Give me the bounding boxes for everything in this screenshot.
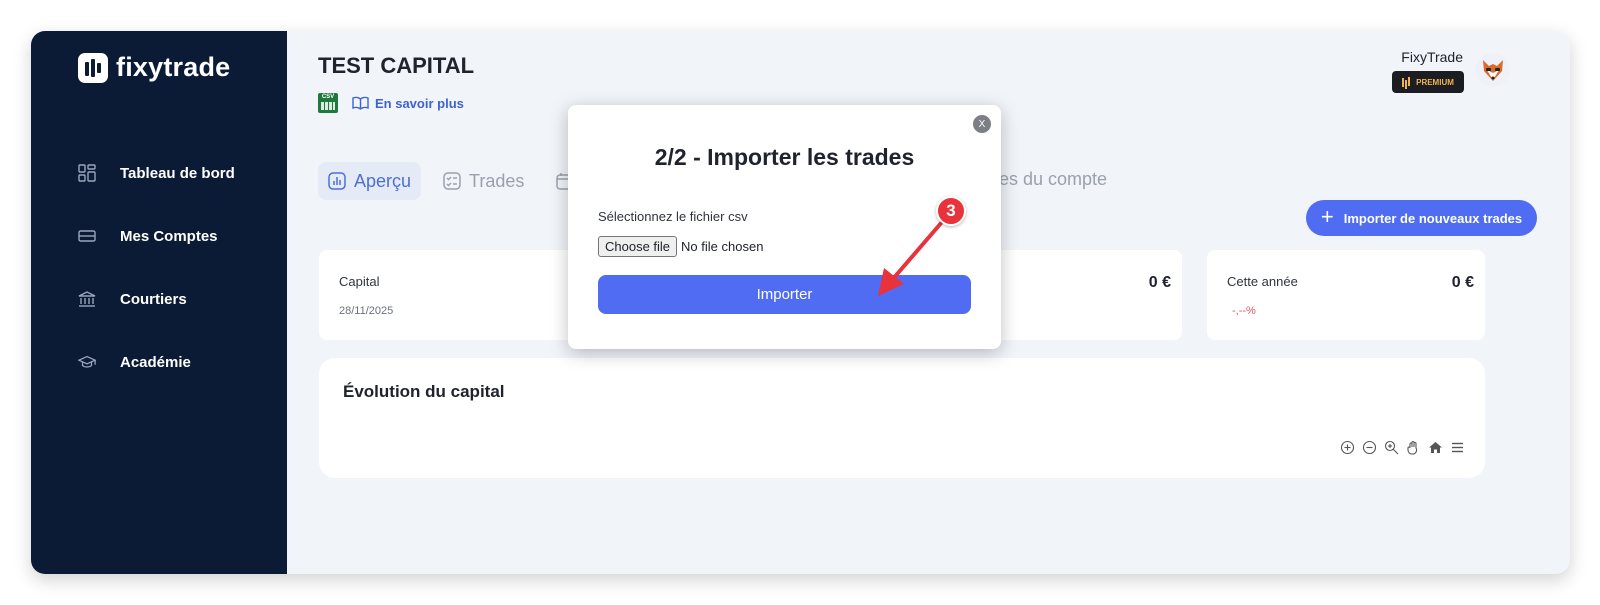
close-button[interactable]: X [973, 115, 991, 133]
stat-label: Capital [339, 274, 380, 289]
bank-icon [78, 291, 96, 307]
home-icon[interactable] [1428, 440, 1443, 455]
premium-badge: PREMIUM [1392, 71, 1464, 93]
zoom-out-icon[interactable] [1362, 440, 1377, 455]
stat-date: 28/11/2025 [339, 305, 394, 317]
chart-icon [328, 172, 346, 190]
sidebar-item-label: Académie [120, 353, 191, 371]
menu-icon[interactable] [1450, 440, 1465, 455]
chart-toolbar [1340, 440, 1465, 455]
tab-account-settings[interactable]: tres du compte [988, 169, 1107, 190]
stat-value: 0 € [1148, 274, 1171, 291]
file-input: Choose file No file chosen [598, 236, 763, 257]
sidebar: fixytrade Tableau de bord Mes Comptes Co… [31, 31, 287, 574]
tab-overview[interactable]: Aperçu [318, 162, 422, 200]
sidebar-item-accounts[interactable]: Mes Comptes [78, 227, 218, 245]
checklist-icon [443, 172, 461, 190]
page-title: TEST CAPITAL [318, 53, 475, 78]
candle-icon [1402, 77, 1405, 87]
csv-file-icon[interactable]: CSV [318, 93, 338, 113]
magnify-icon[interactable] [1384, 440, 1399, 455]
annotation-step-badge: 3 [936, 196, 966, 226]
plus-icon: + [1320, 204, 1334, 229]
stat-card-year: Cette année 0 € -,--% [1207, 250, 1485, 340]
tab-label: Trades [469, 170, 525, 191]
tab-bar: Aperçu Trades [318, 162, 584, 200]
avatar[interactable] [1476, 53, 1510, 87]
card-icon [78, 230, 96, 242]
capital-chart-card: Évolution du capital [319, 358, 1485, 478]
dashboard-icon [78, 164, 96, 182]
sidebar-item-label: Courtiers [120, 290, 187, 308]
sidebar-item-label: Mes Comptes [120, 227, 218, 245]
learn-more-link[interactable]: En savoir plus [352, 96, 464, 111]
file-field-label: Sélectionnez le fichier csv [598, 209, 748, 224]
zoom-in-icon[interactable] [1340, 440, 1355, 455]
import-trades-button[interactable]: + Importer de nouveaux trades [1306, 200, 1537, 236]
user-name: FixyTrade [1401, 49, 1463, 65]
sidebar-item-label: Tableau de bord [120, 164, 235, 182]
brand-name: fixytrade [116, 52, 231, 82]
sidebar-item-dashboard[interactable]: Tableau de bord [78, 164, 235, 182]
premium-label: PREMIUM [1416, 77, 1454, 87]
sidebar-item-academy[interactable]: Académie [78, 353, 191, 371]
pan-hand-icon[interactable] [1406, 440, 1421, 455]
chart-title: Évolution du capital [343, 382, 505, 401]
choose-file-button[interactable]: Choose file [598, 236, 678, 257]
tab-trades[interactable]: Trades [433, 162, 534, 200]
learn-more-label: En savoir plus [375, 95, 464, 111]
import-trades-label: Importer de nouveaux trades [1343, 210, 1523, 226]
stat-percent: -,--% [1232, 305, 1256, 317]
tab-label: Aperçu [354, 170, 412, 191]
logo-mark-icon [78, 52, 108, 83]
book-icon [352, 96, 369, 110]
header-links: CSV En savoir plus [318, 93, 464, 113]
file-status: No file chosen [681, 239, 764, 254]
fox-avatar-icon [1483, 60, 1503, 81]
modal-title: 2/2 - Importer les trades [654, 144, 915, 170]
graduation-cap-icon [78, 355, 96, 368]
brand-logo[interactable]: fixytrade [78, 52, 230, 83]
annotation-arrow-icon [878, 220, 944, 296]
stat-value: 0 € [1451, 274, 1474, 291]
stat-label: Cette année [1227, 274, 1298, 289]
sidebar-item-brokers[interactable]: Courtiers [78, 290, 187, 308]
